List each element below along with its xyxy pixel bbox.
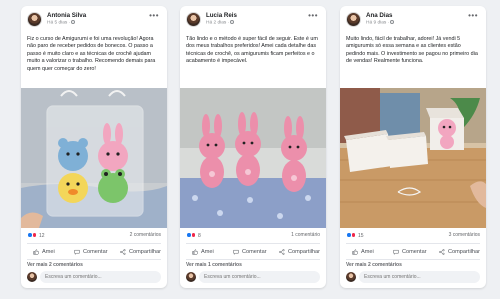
post-header: Antonia Silva Há 5 dias · ••• — [27, 11, 161, 31]
comment-box — [186, 271, 320, 283]
post-text: Fiz o curso de Amigurumi e foi uma revol… — [27, 36, 156, 72]
share-button[interactable]: Compartilhar — [279, 247, 320, 257]
comment-input[interactable] — [199, 271, 320, 283]
divider — [27, 259, 161, 260]
post-actions: Amei Comentar Compartilhar — [344, 247, 482, 257]
comment-box — [346, 271, 480, 283]
share-button[interactable]: Compartilhar — [439, 247, 480, 257]
more-options-icon[interactable]: ••• — [308, 11, 318, 20]
divider — [346, 259, 480, 260]
post-time: Há 9 dias · — [366, 20, 395, 26]
view-more-comments-link[interactable]: Ver mais 1 comentários — [186, 262, 242, 268]
like-button[interactable]: Amei — [33, 247, 55, 257]
post-card: Antonia Silva Há 5 dias · ••• Fiz o curs… — [21, 6, 167, 288]
avatar — [186, 272, 196, 282]
reactions[interactable]: 12 — [27, 232, 45, 239]
thumbs-up-icon — [33, 249, 39, 255]
post-text: Tão lindo e o método é super fácil de se… — [186, 36, 318, 65]
divider — [186, 243, 320, 244]
avatar — [27, 272, 37, 282]
comment-button[interactable]: Comentar — [233, 247, 267, 257]
post-header: Lucia Reis Há 2 dias · ••• — [186, 11, 320, 31]
post-photo[interactable] — [180, 88, 326, 228]
post-stats: 8 1 comentário — [186, 232, 320, 240]
comment-count[interactable]: 2 comentários — [130, 232, 161, 238]
avatar[interactable] — [27, 12, 42, 27]
author-name[interactable]: Antonia Silva — [47, 12, 86, 19]
post-photo[interactable] — [21, 88, 167, 228]
post-photo[interactable] — [340, 88, 486, 228]
post-time: Há 2 dias · — [206, 20, 235, 26]
reactions[interactable]: 8 — [186, 232, 201, 239]
comment-box — [27, 271, 161, 283]
avatar — [346, 272, 356, 282]
author-name[interactable]: Lucia Reis — [206, 12, 237, 19]
divider — [27, 243, 161, 244]
comment-count[interactable]: 3 comentários — [449, 232, 480, 238]
more-options-icon[interactable]: ••• — [149, 11, 159, 20]
post-stats: 12 2 comentários — [27, 232, 161, 240]
more-options-icon[interactable]: ••• — [468, 11, 478, 20]
thumbs-up-icon — [352, 249, 358, 255]
comment-count[interactable]: 1 comentário — [291, 232, 320, 238]
post-actions: Amei Comentar Compartilhar — [184, 247, 322, 257]
share-icon — [439, 249, 445, 255]
view-more-comments-link[interactable]: Ver mais 2 comentários — [27, 262, 83, 268]
reactions[interactable]: 15 — [346, 232, 364, 239]
share-icon — [279, 249, 285, 255]
avatar[interactable] — [346, 12, 361, 27]
globe-icon — [71, 20, 76, 24]
post-stats: 15 3 comentários — [346, 232, 480, 240]
share-button[interactable]: Compartilhar — [120, 247, 161, 257]
comment-button[interactable]: Comentar — [74, 247, 108, 257]
divider — [186, 259, 320, 260]
post-card: Lucia Reis Há 2 dias · ••• Tão lindo e o… — [180, 6, 326, 288]
comment-icon — [74, 249, 80, 255]
comment-button[interactable]: Comentar — [393, 247, 427, 257]
post-actions: Amei Comentar Compartilhar — [25, 247, 163, 257]
avatar[interactable] — [186, 12, 201, 27]
heart-icon — [190, 232, 196, 238]
heart-icon — [350, 232, 356, 238]
like-button[interactable]: Amei — [352, 247, 374, 257]
post-text: Muito lindo, fácil de trabalhar, adorei!… — [346, 36, 478, 65]
comment-input[interactable] — [359, 271, 480, 283]
globe-icon — [390, 20, 395, 24]
author-name[interactable]: Ana Dias — [366, 12, 392, 19]
globe-icon — [230, 20, 235, 24]
share-icon — [120, 249, 126, 255]
post-time: Há 5 dias · — [47, 20, 76, 26]
comment-icon — [233, 249, 239, 255]
divider — [346, 243, 480, 244]
heart-icon — [31, 232, 37, 238]
post-card: Ana Dias Há 9 dias · ••• Muito lindo, fá… — [340, 6, 486, 288]
thumbs-up-icon — [192, 249, 198, 255]
comment-input[interactable] — [40, 271, 161, 283]
like-button[interactable]: Amei — [192, 247, 214, 257]
comment-icon — [393, 249, 399, 255]
view-more-comments-link[interactable]: Ver mais 2 comentários — [346, 262, 402, 268]
post-header: Ana Dias Há 9 dias · ••• — [346, 11, 480, 31]
